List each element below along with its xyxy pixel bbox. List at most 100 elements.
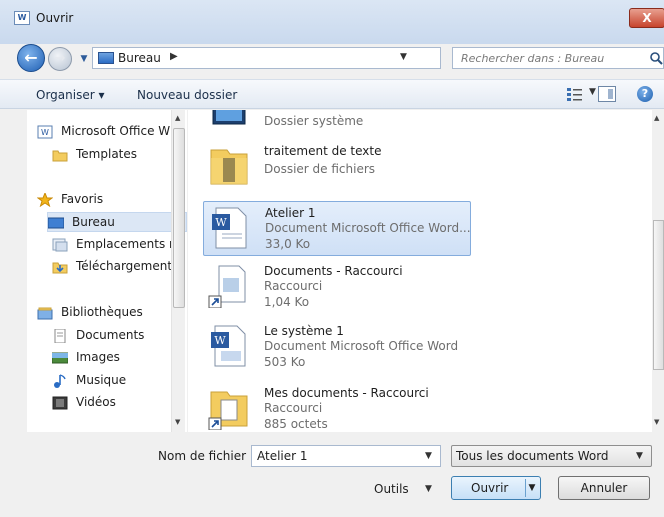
scrollbar-thumb[interactable] (173, 128, 185, 308)
sidebar-item-label: Bureau (72, 215, 115, 229)
computer-icon (212, 110, 246, 125)
sidebar-item-label: Musique (76, 373, 127, 387)
filename-value[interactable]: Atelier 1 (257, 449, 308, 463)
desktop-icon (98, 52, 114, 64)
folder-icon (210, 149, 248, 185)
list-item[interactable]: traitement de texte Dossier de fichiers (203, 140, 471, 195)
open-button-label: Ouvrir (471, 481, 509, 495)
open-button[interactable]: Ouvrir ▼ (451, 476, 541, 500)
word-document-icon: W (211, 325, 246, 367)
file-name: Mes documents - Raccourci (264, 386, 429, 400)
file-type: Document Microsoft Office Word... (265, 221, 471, 235)
open-options-dropdown-icon[interactable]: ▼ (525, 479, 538, 497)
file-name: Atelier 1 (265, 206, 316, 220)
svg-text:W: W (214, 334, 226, 347)
word-app-icon: W (14, 11, 30, 25)
search-placeholder: Rechercher dans : Bureau (461, 52, 605, 65)
sidebar-item-label: Téléchargements (76, 259, 179, 273)
sidebar-item-label: Microsoft Office W (61, 124, 171, 138)
desktop-icon (48, 217, 64, 229)
sidebar-item-documents[interactable]: Documents (52, 326, 187, 346)
organize-button[interactable]: Organiser ▾ (36, 88, 104, 102)
filename-dropdown-icon[interactable]: ▼ (425, 451, 432, 461)
sidebar-item-label: Images (76, 350, 120, 364)
list-item[interactable]: Mes documents - Raccourci Raccourci 885 … (203, 382, 471, 432)
filetype-value: Tous les documents Word (456, 449, 609, 463)
videos-icon (52, 396, 68, 410)
close-button[interactable]: X (629, 8, 664, 28)
svg-text:W: W (41, 128, 49, 137)
star-icon (37, 193, 53, 207)
word-app-icon: W (37, 125, 53, 139)
file-name: Documents - Raccourci (264, 264, 403, 278)
file-name: traitement de texte (264, 144, 382, 158)
filename-label: Nom de fichier : (158, 449, 254, 463)
list-item[interactable]: W Atelier 1 Document Microsoft Office Wo… (203, 201, 471, 256)
navigation-pane-scrollbar[interactable]: ▲ ▼ (171, 110, 185, 432)
sidebar-item-videos[interactable]: Vidéos (52, 393, 187, 413)
forward-button[interactable]: → (48, 47, 72, 71)
sidebar-item-label: Documents (76, 328, 145, 342)
views-icon[interactable] (566, 86, 584, 102)
file-type: Raccourci (264, 401, 323, 415)
scroll-down-icon[interactable]: ▼ (654, 418, 659, 426)
libraries-icon (37, 307, 53, 320)
dialog-footer: Nom de fichier : Atelier 1 ▼ Tous les do… (0, 432, 664, 517)
address-location[interactable]: Bureau (118, 51, 161, 65)
sidebar-item-favoris[interactable]: Favoris (37, 190, 187, 210)
sidebar-item-musique[interactable]: Musique (52, 371, 187, 391)
scroll-up-icon[interactable]: ▲ (175, 114, 180, 122)
tools-dropdown-icon[interactable]: ▼ (425, 484, 432, 494)
scrollbar-thumb[interactable] (653, 220, 664, 370)
address-dropdown-icon[interactable]: ▼ (400, 52, 407, 62)
sidebar-item-label: Templates (76, 147, 138, 161)
sidebar-item-templates[interactable]: Templates (52, 145, 187, 165)
views-dropdown-icon[interactable]: ▼ (589, 87, 596, 97)
new-folder-button[interactable]: Nouveau dossier (137, 88, 237, 102)
list-item[interactable]: Dossier système (203, 110, 471, 135)
file-size: 885 octets (264, 417, 328, 431)
sidebar-item-images[interactable]: Images (52, 348, 187, 368)
history-dropdown-icon[interactable]: ▼ (78, 52, 90, 66)
sidebar-item-label: Bibliothèques (61, 305, 143, 319)
filename-field[interactable]: Atelier 1 ▼ (251, 445, 441, 467)
scroll-up-icon[interactable]: ▲ (654, 114, 659, 122)
breadcrumb-chevron-icon[interactable]: ▶ (170, 51, 178, 62)
file-size: 33,0 Ko (265, 237, 311, 251)
file-list-scrollbar[interactable]: ▲ ▼ (652, 110, 664, 432)
documents-icon (54, 329, 66, 343)
preview-pane-icon[interactable] (598, 86, 616, 102)
filetype-dropdown-icon[interactable]: ▼ (636, 451, 643, 461)
open-dialog: W Ouvrir X ← → ▼ Bureau ▶ ▼ ⇄ Rechercher… (0, 0, 664, 517)
svg-text:W: W (215, 216, 227, 229)
music-icon (54, 374, 66, 388)
file-type: Document Microsoft Office Word (264, 339, 459, 353)
command-bar: Organiser ▾ Nouveau dossier ▼ ? (0, 79, 664, 109)
list-item[interactable]: Documents - Raccourci Raccourci 1,04 Ko (203, 260, 471, 315)
list-item[interactable]: W Le système 1 Document Microsoft Office… (203, 320, 471, 375)
search-icon[interactable] (649, 51, 663, 65)
filetype-select[interactable]: Tous les documents Word ▼ (451, 445, 652, 467)
file-type: Dossier de fichiers (264, 162, 376, 176)
help-icon[interactable]: ? (637, 86, 653, 102)
word-document-icon: W (212, 207, 247, 249)
sidebar-item-bibliotheques[interactable]: Bibliothèques (37, 303, 187, 323)
search-input[interactable]: Rechercher dans : Bureau (452, 47, 664, 69)
file-type: Dossier système (264, 114, 364, 128)
sidebar-item-bureau[interactable]: Bureau (47, 212, 187, 232)
sidebar-item-telechargements[interactable]: Téléchargements (52, 257, 187, 277)
sidebar-item-microsoft-office-word[interactable]: W Microsoft Office W (37, 122, 187, 142)
downloads-icon (52, 262, 68, 274)
sidebar-item-emplacements-recents[interactable]: Emplacements ré (52, 235, 187, 255)
cancel-button[interactable]: Annuler (558, 476, 650, 500)
file-name: Le système 1 (264, 324, 344, 338)
tools-button[interactable]: Outils (374, 482, 409, 496)
scroll-down-icon[interactable]: ▼ (175, 418, 180, 426)
recent-places-icon (52, 238, 68, 252)
folder-shortcut-icon (208, 391, 248, 430)
file-list: Dossier système traitement de texte Doss… (188, 110, 664, 432)
sidebar-item-label: Emplacements ré (76, 237, 182, 251)
back-button[interactable]: ← (17, 44, 45, 72)
file-size: 503 Ko (264, 355, 306, 369)
address-bar[interactable]: Bureau ▶ ▼ ⇄ (92, 47, 533, 69)
